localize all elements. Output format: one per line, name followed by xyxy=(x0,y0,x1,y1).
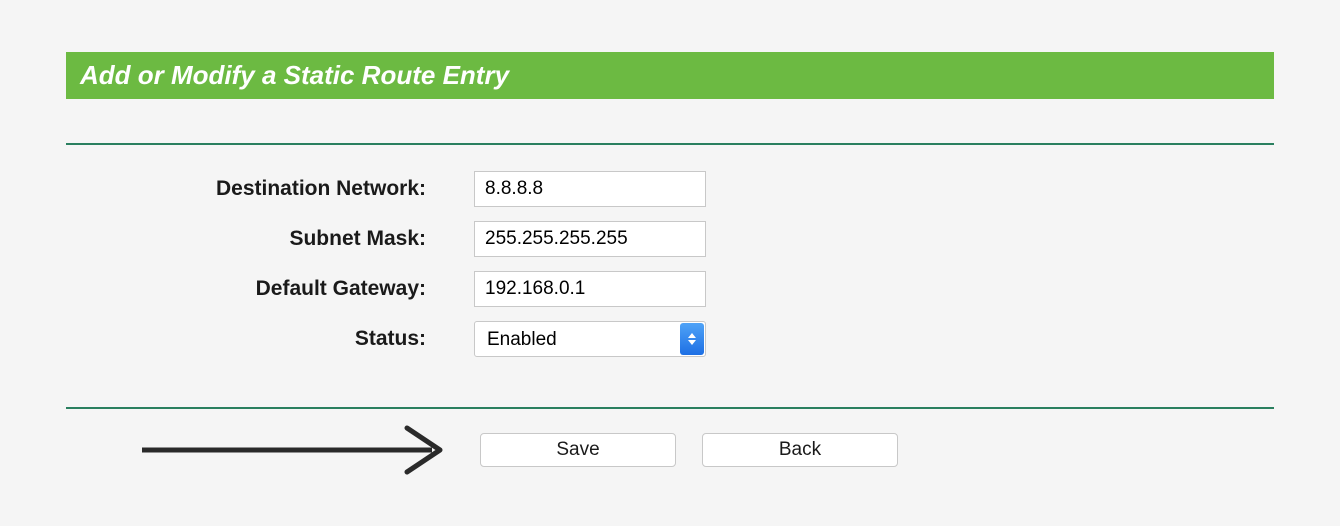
input-destination-network[interactable] xyxy=(474,171,706,207)
label-default-gateway: Default Gateway: xyxy=(66,277,426,301)
page-header: Add or Modify a Static Route Entry xyxy=(66,52,1274,99)
input-subnet-mask[interactable] xyxy=(474,221,706,257)
row-status: Status: Enabled xyxy=(66,321,1274,357)
static-route-form: Destination Network: Subnet Mask: Defaul… xyxy=(66,167,1274,357)
row-subnet-mask: Subnet Mask: xyxy=(66,221,1274,257)
row-destination-network: Destination Network: xyxy=(66,171,1274,207)
select-status[interactable]: Enabled xyxy=(474,321,706,357)
divider-top xyxy=(66,143,1274,145)
input-default-gateway[interactable] xyxy=(474,271,706,307)
back-button[interactable]: Back xyxy=(702,433,898,467)
divider-bottom xyxy=(66,407,1274,409)
label-destination-network: Destination Network: xyxy=(66,177,426,201)
page-title: Add or Modify a Static Route Entry xyxy=(80,60,1260,91)
save-button[interactable]: Save xyxy=(480,433,676,467)
label-subnet-mask: Subnet Mask: xyxy=(66,227,426,251)
label-status: Status: xyxy=(66,327,426,351)
arrow-annotation-icon xyxy=(142,425,462,485)
button-row: Save Back xyxy=(66,433,1274,467)
row-default-gateway: Default Gateway: xyxy=(66,271,1274,307)
